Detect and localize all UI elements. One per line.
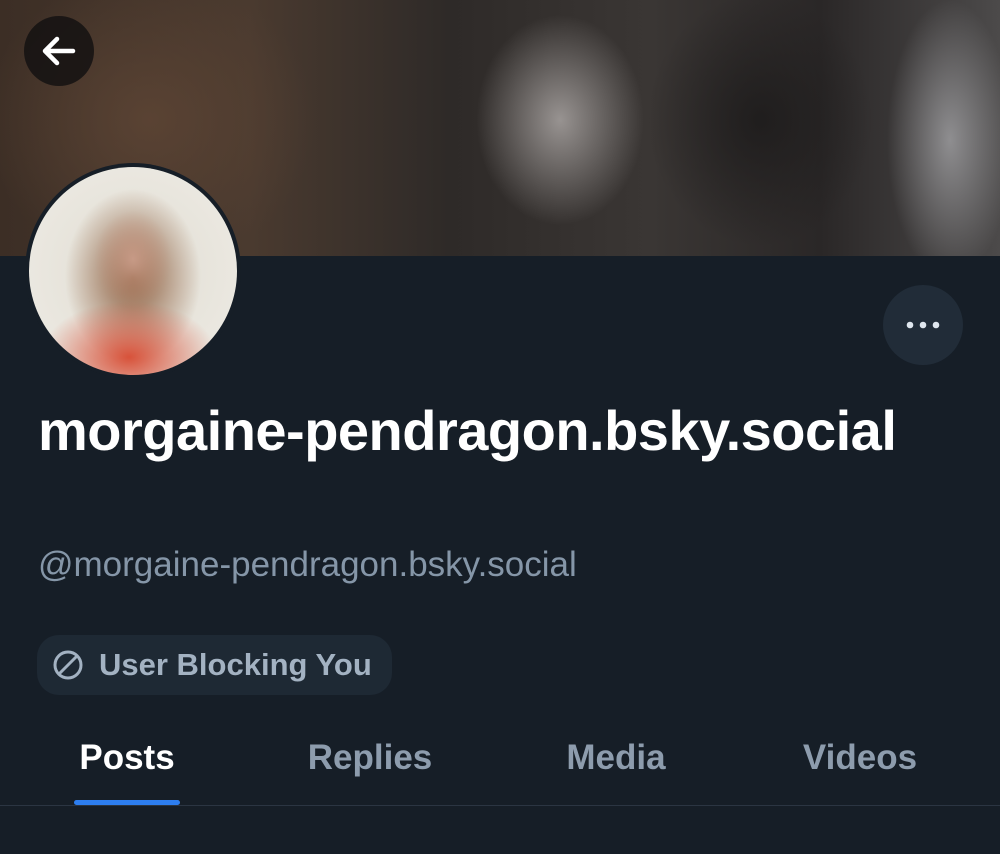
tab-posts[interactable]: Posts	[74, 710, 180, 805]
profile-tabs: Posts Replies Media Videos	[0, 710, 1000, 806]
tab-label: Replies	[307, 737, 433, 777]
tab-media[interactable]: Media	[552, 710, 680, 805]
block-icon	[51, 648, 85, 682]
ellipsis-icon	[906, 321, 940, 329]
status-badge-label: User Blocking You	[99, 647, 372, 682]
display-name: morgaine-pendragon.bsky.social	[38, 399, 897, 462]
tab-label: Videos	[802, 737, 918, 777]
back-button[interactable]	[24, 16, 94, 86]
tab-label: Media	[566, 737, 666, 777]
more-options-button[interactable]	[883, 285, 963, 365]
status-badge[interactable]: User Blocking You	[37, 635, 392, 695]
avatar-image	[29, 167, 237, 375]
tab-label: Posts	[79, 737, 175, 777]
tab-videos[interactable]: Videos	[788, 710, 932, 805]
avatar[interactable]	[25, 163, 241, 379]
tab-replies[interactable]: Replies	[294, 710, 446, 805]
profile-screen: morgaine-pendragon.bsky.social @morgaine…	[0, 0, 1000, 854]
active-tab-indicator	[74, 800, 180, 805]
arrow-left-icon	[42, 36, 76, 66]
user-handle: @morgaine-pendragon.bsky.social	[38, 545, 577, 584]
